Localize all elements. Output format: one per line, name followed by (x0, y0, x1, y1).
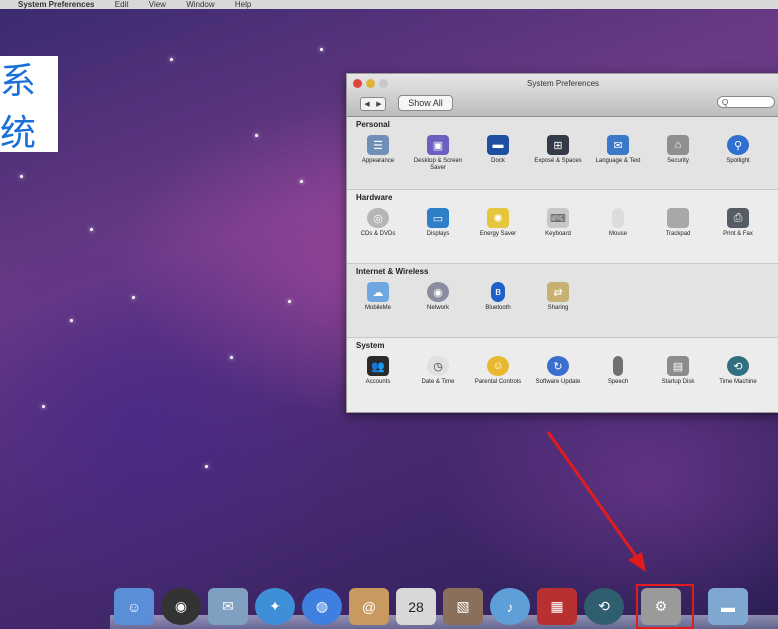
preview-icon[interactable]: ▧ (443, 588, 483, 625)
folder-icon[interactable]: ▬ (708, 588, 748, 625)
ichat-icon[interactable]: ◍ (302, 588, 342, 625)
arrow-head (628, 552, 646, 572)
red-arrow (546, 431, 646, 572)
ical-icon[interactable]: 28 (396, 588, 436, 625)
dashboard-icon[interactable]: ◉ (161, 588, 201, 625)
safari-icon[interactable]: ✦ (255, 588, 295, 625)
finder-icon[interactable]: ☺ (114, 588, 154, 625)
address-book-icon[interactable]: @ (349, 588, 389, 625)
ical-date: 28 (408, 598, 424, 615)
itunes-icon[interactable]: ♪ (490, 588, 530, 625)
highlight-box (636, 584, 694, 629)
time-machine-dock-icon[interactable]: ⟲ (584, 588, 624, 625)
mail-icon[interactable]: ✉ (208, 588, 248, 625)
photo-booth-icon[interactable]: ▦ (537, 588, 577, 625)
arrow-shaft (546, 431, 642, 563)
